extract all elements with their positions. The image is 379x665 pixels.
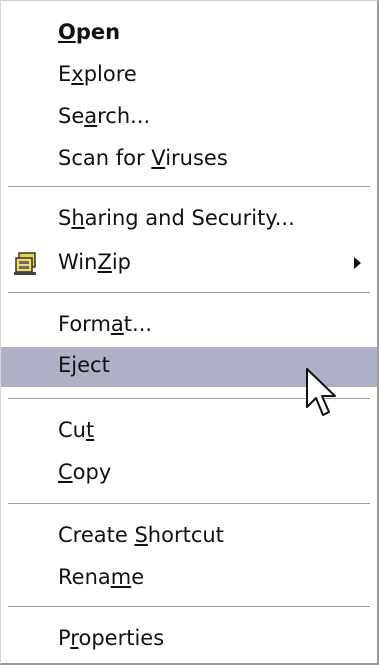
menu-item-search[interactable]: Search... [1, 98, 377, 138]
menu-separator [8, 292, 370, 294]
menu-item-label: Create Shortcut [58, 523, 224, 547]
menu-item-label: Sharing and Security... [58, 206, 295, 230]
menu-item-label: Properties [58, 626, 165, 650]
menu-item-winzip[interactable]: WinZip [1, 244, 377, 284]
mouse-pointer-icon [306, 368, 336, 416]
menu-item-label: Format... [58, 312, 153, 336]
menu-item-label: WinZip [58, 250, 132, 274]
menu-separator [8, 503, 370, 505]
menu-item-label: Open [58, 20, 121, 44]
menu-item-open[interactable]: Open [1, 14, 377, 54]
menu-item-explore[interactable]: Explore [1, 56, 377, 96]
menu-item-rename[interactable]: Rename [1, 559, 377, 599]
menu-item-sharing-and-security[interactable]: Sharing and Security... [1, 200, 377, 240]
menu-separator [8, 606, 370, 608]
menu-item-label: Copy [58, 460, 112, 484]
menu-item-properties[interactable]: Properties [1, 620, 377, 660]
menu-item-create-shortcut[interactable]: Create Shortcut [1, 517, 377, 557]
winzip-icon [14, 252, 36, 275]
menu-item-label: Explore [58, 62, 137, 86]
menu-item-label: Rename [58, 565, 145, 589]
submenu-arrow-icon [354, 257, 361, 269]
menu-separator [8, 186, 370, 188]
menu-item-label: Search... [58, 104, 151, 128]
menu-item-label: Scan for Viruses [58, 146, 228, 170]
menu-item-label: Eject [58, 353, 110, 377]
menu-item-scan-for-viruses[interactable]: Scan for Viruses [1, 140, 377, 180]
menu-item-copy[interactable]: Copy [1, 454, 377, 494]
context-menu: Open Explore Search... Scan for Viruses … [0, 0, 379, 665]
menu-item-label: Cut [58, 418, 95, 442]
menu-item-format[interactable]: Format... [1, 306, 377, 346]
